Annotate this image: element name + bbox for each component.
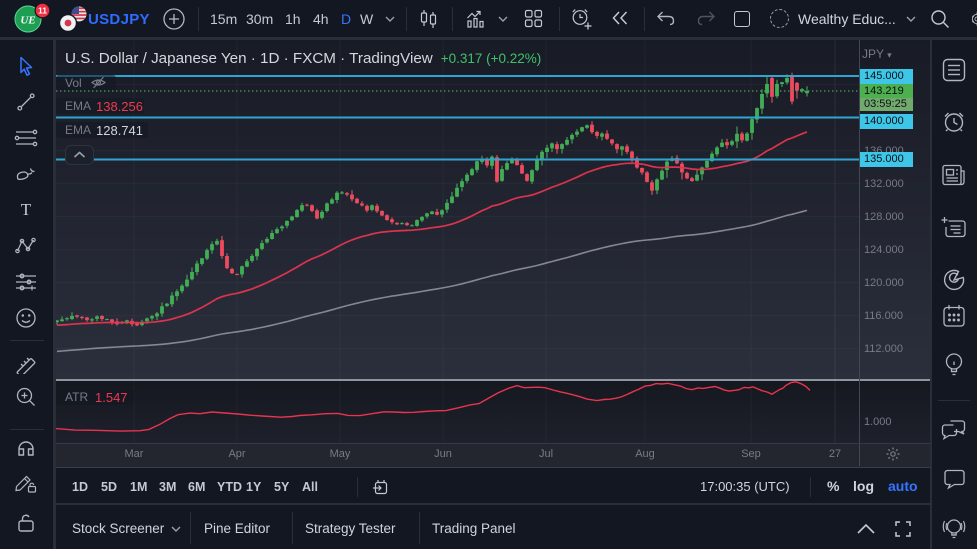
svg-text:UE: UE — [20, 15, 35, 27]
svg-text:11: 11 — [38, 6, 47, 16]
